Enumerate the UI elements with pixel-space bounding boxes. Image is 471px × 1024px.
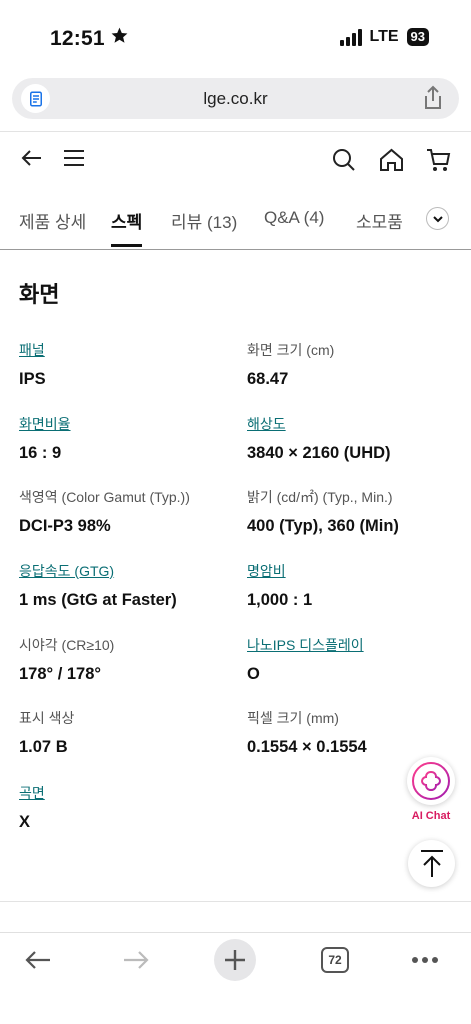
spec-item: 해상도 3840 × 2160 (UHD)	[247, 414, 467, 463]
menu-icon[interactable]	[62, 146, 86, 175]
tab-spec[interactable]: 스펙	[111, 208, 142, 233]
tab-count[interactable]: 72	[321, 947, 349, 973]
divider	[0, 901, 471, 902]
ai-chat-button[interactable]	[407, 757, 455, 805]
spec-label: 표시 색상	[19, 710, 75, 726]
spec-label: 픽셀 크기 (mm)	[247, 710, 339, 726]
network-label: LTE	[369, 28, 399, 45]
spec-value: IPS	[19, 370, 46, 388]
spec-label-link[interactable]: 나노IPS 디스플레이	[247, 635, 467, 655]
spec-label-link[interactable]: 명암비	[247, 561, 467, 581]
tabs-button[interactable]: 72	[320, 939, 350, 981]
spec-item: 나노IPS 디스플레이 O	[247, 635, 467, 684]
spec-label: 화면 크기 (cm)	[247, 342, 335, 358]
back-arrow-icon[interactable]	[20, 146, 44, 175]
spec-item: 화면비율 16 : 9	[19, 414, 239, 463]
cart-icon[interactable]	[426, 148, 451, 178]
spec-item: 표시 색상 1.07 B	[19, 708, 239, 757]
spec-item: 화면 크기 (cm) 68.47	[247, 340, 467, 389]
battery-icon: 93	[406, 28, 429, 46]
status-indicators: LTE 93	[339, 28, 429, 46]
spec-value: DCI-P3 98%	[19, 517, 111, 535]
address-bar[interactable]: lge.co.kr	[12, 78, 459, 119]
spec-item: 패널 IPS	[19, 340, 239, 389]
scroll-to-top-button[interactable]	[408, 840, 455, 887]
spec-label-link[interactable]: 화면비율	[19, 414, 239, 434]
ai-chat-icon	[412, 762, 450, 800]
url-text[interactable]: lge.co.kr	[12, 89, 459, 109]
chevron-down-icon[interactable]	[426, 207, 449, 230]
tab-reviews[interactable]: 리뷰 (13)	[171, 208, 237, 233]
spec-value: 3840 × 2160 (UHD)	[247, 444, 391, 462]
star-icon	[110, 26, 129, 51]
spec-value: X	[19, 813, 31, 831]
spec-value: 1 ms (GtG at Faster)	[19, 591, 177, 609]
home-icon[interactable]	[379, 148, 404, 177]
ai-chat-label[interactable]: AI Chat	[405, 810, 457, 822]
browser-toolbar: 72	[0, 932, 471, 1024]
product-tabs: 제품 상세 스펙 리뷰 (13) Q&A (4) 소모품	[0, 196, 471, 250]
browser-back-icon[interactable]	[22, 939, 54, 981]
spec-label-link[interactable]: 패널	[19, 340, 239, 360]
spec-value: O	[247, 665, 260, 683]
search-icon[interactable]	[332, 148, 356, 177]
spec-value: 1.07 B	[19, 738, 68, 756]
spec-label: 밝기 (cd/㎡) (Typ., Min.)	[247, 489, 393, 505]
new-tab-button[interactable]	[214, 939, 256, 981]
spec-item: 시야각 (CR≥10) 178° / 178°	[19, 635, 239, 684]
arrow-up-icon	[420, 849, 443, 877]
status-bar: 12:51 LTE 93	[0, 0, 471, 70]
spec-value: 16 : 9	[19, 444, 62, 462]
spec-value: 1,000 : 1	[247, 591, 313, 609]
status-time: 12:51	[50, 26, 129, 51]
more-icon[interactable]	[410, 939, 440, 981]
spec-item: 색영역 (Color Gamut (Typ.)) DCI-P3 98%	[19, 487, 239, 536]
spec-label: 색영역 (Color Gamut (Typ.))	[19, 489, 190, 505]
clock-label: 12:51	[50, 26, 105, 50]
active-tab-indicator	[111, 244, 142, 247]
signal-icon	[339, 28, 362, 46]
spec-value: 178° / 178°	[19, 665, 102, 683]
spec-label-link[interactable]: 곡면	[19, 783, 239, 803]
spec-label-link[interactable]: 응답속도 (GTG)	[19, 561, 239, 581]
spec-item: 곡면 X	[19, 783, 239, 832]
section-title: 화면	[19, 282, 60, 307]
plus-icon	[225, 950, 245, 970]
spec-value: 0.1554 × 0.1554	[247, 738, 367, 756]
spec-item: 명암비 1,000 : 1	[247, 561, 467, 610]
spec-value: 68.47	[247, 370, 289, 388]
tab-qna[interactable]: Q&A (4)	[264, 208, 324, 228]
spec-value: 400 (Typ), 360 (Min)	[247, 517, 399, 535]
share-icon[interactable]	[421, 85, 445, 116]
spec-item: 응답속도 (GTG) 1 ms (GtG at Faster)	[19, 561, 239, 610]
tab-product-detail[interactable]: 제품 상세	[19, 208, 86, 233]
site-header	[0, 132, 471, 188]
spec-label-link[interactable]: 해상도	[247, 414, 467, 434]
browser-forward-icon	[120, 939, 152, 981]
spec-label: 시야각 (CR≥10)	[19, 637, 115, 653]
spec-item: 밝기 (cd/㎡) (Typ., Min.) 400 (Typ), 360 (M…	[247, 487, 467, 536]
tab-consumables[interactable]: 소모품	[356, 208, 403, 233]
spec-item: 픽셀 크기 (mm) 0.1554 × 0.1554	[247, 708, 467, 757]
